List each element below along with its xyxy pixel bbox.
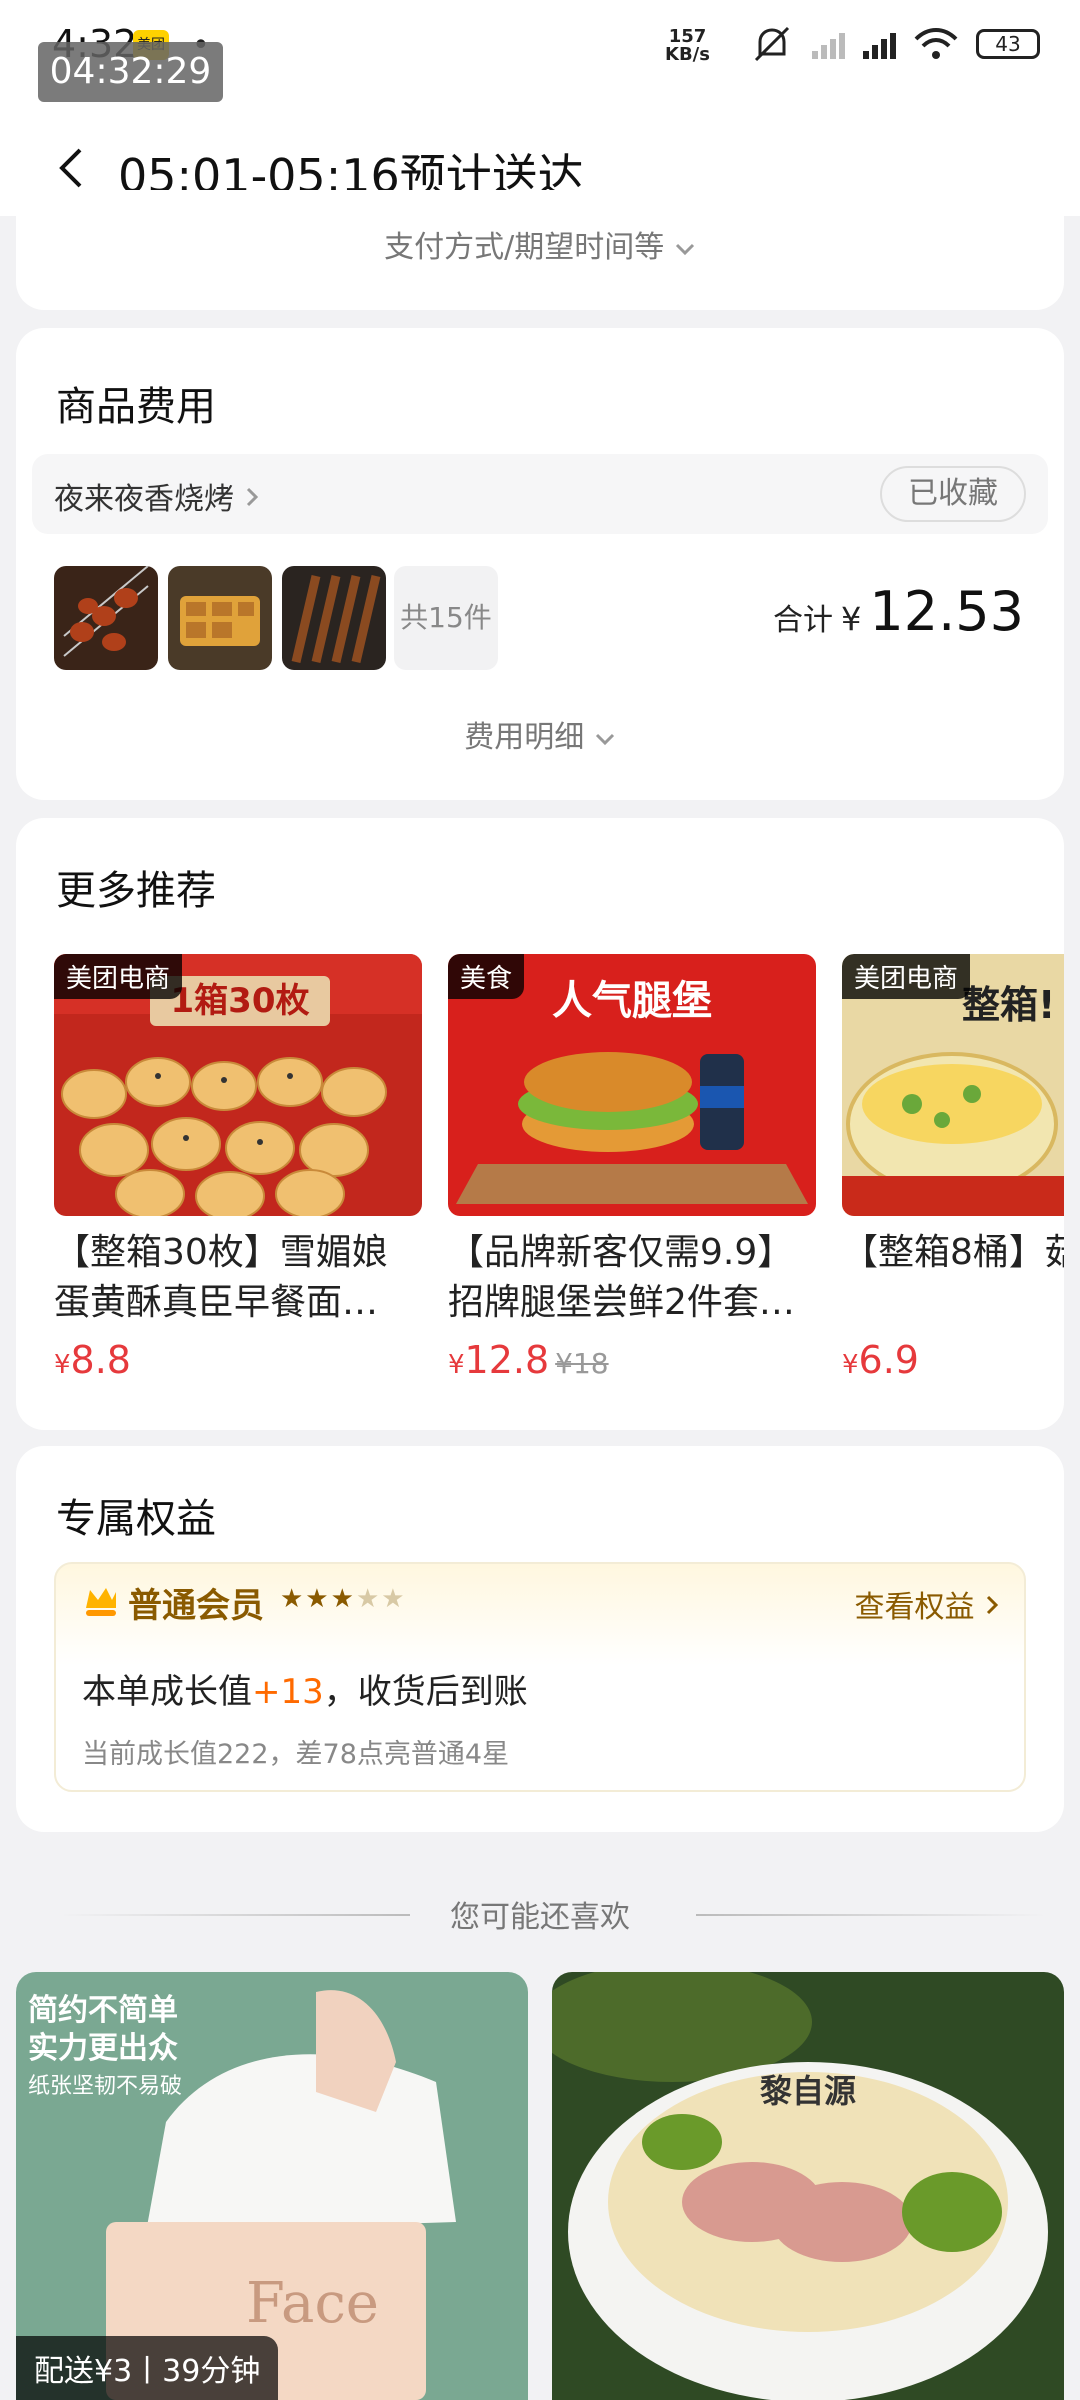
back-arrow-icon[interactable] [52,146,92,190]
member-panel: 普通会员 ★★★★★ 查看权益 本单成长值+13，收货后到账 当前成长值222，… [54,1562,1026,1792]
signal-sim1-icon [863,29,896,59]
growth-info: 本单成长值+13，收货后到账 [82,1672,528,1712]
signal-sim2-icon [812,29,845,59]
svg-text:Face: Face [246,2271,379,2336]
shop-link[interactable]: 夜来夜香烧烤 [54,474,260,518]
item-price: ¥8.8 [54,1338,131,1382]
fee-detail-toggle[interactable]: 费用明细 [16,712,1064,756]
product-image: 黎自源 [552,1972,1064,2400]
may-like-divider: 您可能还喜欢 [0,1892,1080,1942]
chevron-down-icon [595,733,614,746]
item-name: 【品牌新客仅需9.9】招牌腿堡尝鲜2件套… [448,1232,795,1323]
feed-item[interactable]: Face 简约不简单 实力更出众 纸张坚韧不易破 配送¥3丨39分钟 [16,1972,528,2400]
item-tag: 美食 [448,954,525,999]
item-price: ¥6.9 [842,1338,919,1382]
member-crown-icon [86,1588,116,1616]
recommend-item[interactable]: 1箱30枚 美团电商 【整箱30枚】雪媚娘蛋黄酥真臣早餐面… ¥8.8 [54,954,422,1382]
status-icons: 43 [750,24,1040,64]
svg-text:黎自源: 黎自源 [760,2072,856,2110]
net-speed: 157 KB/s [665,26,710,65]
section-title: 更多推荐 [56,868,216,914]
product-thumbnail[interactable] [54,566,158,670]
item-count[interactable]: 共15件 [394,566,498,670]
product-fee-card: 商品费用 夜来夜香烧烤 已收藏 共15件 合计 ¥ 12.53 费用明细 [16,328,1064,800]
member-level: 普通会员 [128,1586,264,1626]
battery-icon: 43 [976,29,1040,59]
item-price: ¥12.8 ¥18 [448,1338,609,1382]
item-tag: 美团电商 [842,954,971,999]
shop-row: 夜来夜香烧烤 已收藏 [32,454,1048,534]
recommend-item[interactable]: 整箱! 美团电商 【整箱8桶】菇鸡汤米线泡 ¥6.9 [842,954,1064,1382]
more-recommend-card: 更多推荐 1箱30枚 美团电商 【整箱30枚】雪媚娘蛋黄酥真臣早餐面… ¥8.8 [16,818,1064,1430]
section-title: 商品费用 [56,384,216,430]
product-image: 人气腿堡 美食 [448,954,816,1216]
promo-text: 简约不简单 实力更出众 纸张坚韧不易破 [28,1993,183,2099]
product-image: 1箱30枚 美团电商 [54,954,422,1216]
product-thumbnail[interactable] [282,566,386,670]
feed-item[interactable]: 黎自源 [552,1972,1064,2400]
status-bar: 4:32 美团 • 04:32:29 157 KB/s 43 [0,0,1080,120]
pay-options-card: 支付方式/期望时间等 [16,190,1064,310]
current-growth: 当前成长值222，差78点亮普通4星 [82,1739,510,1770]
view-rights-link[interactable]: 查看权益 [854,1582,1000,1626]
item-tag: 美团电商 [54,954,183,999]
chevron-right-icon [246,487,258,507]
wifi-icon [914,28,958,59]
svg-text:人气腿堡: 人气腿堡 [552,978,712,1024]
product-thumbnail[interactable] [168,566,272,670]
product-image: 整箱! 美团电商 [842,954,1064,1216]
pay-options-toggle[interactable]: 支付方式/期望时间等 [16,222,1064,266]
exclusive-rights-card: 专属权益 普通会员 ★★★★★ 查看权益 本单成长值+13，收货后到账 当前成长… [16,1446,1064,1832]
member-stars: ★★★★★ [280,1584,407,1614]
item-name: 【整箱30枚】雪媚娘蛋黄酥真臣早餐面… [54,1232,388,1323]
recommend-item[interactable]: 人气腿堡 美食 【品牌新客仅需9.9】招牌腿堡尝鲜2件套… ¥12.8 ¥18 [448,954,816,1382]
svg-text:整箱!: 整箱! [962,983,1055,1027]
item-name: 【整箱8桶】菇鸡汤米线泡 [842,1232,1064,1273]
favorited-button[interactable]: 已收藏 [880,466,1026,522]
chevron-down-icon [675,243,694,256]
delivery-info: 配送¥3丨39分钟 [16,2336,279,2400]
mute-bell-icon [754,26,790,62]
divider-line [696,1914,1046,1916]
total-price: 合计 ¥ 12.53 [773,580,1024,643]
clock-overlay: 04:32:29 [38,42,223,102]
section-title: 专属权益 [56,1496,216,1542]
svg-text:1箱30枚: 1箱30枚 [171,981,310,1021]
chevron-right-icon [986,1595,999,1615]
